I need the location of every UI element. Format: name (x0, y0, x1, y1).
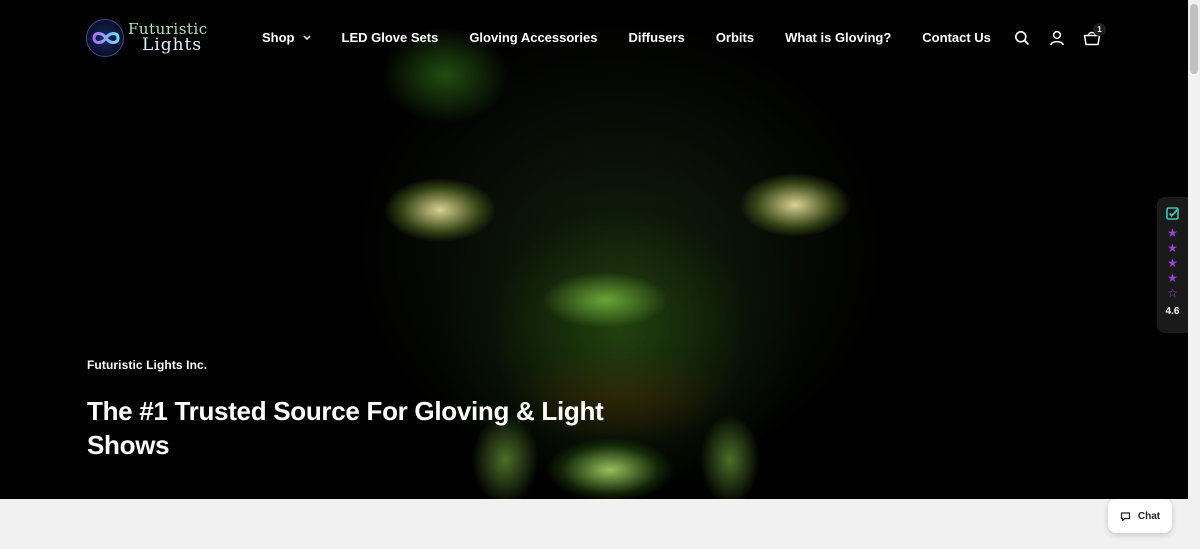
search-icon[interactable] (1012, 28, 1032, 48)
logo-wordmark-bottom: Lights (142, 35, 203, 55)
account-icon[interactable] (1047, 28, 1067, 48)
chevron-down-icon (302, 32, 311, 42)
infinity-logo-icon (86, 19, 124, 57)
star-outline-icon: ☆ (1167, 286, 1178, 300)
hero-eyebrow: Futuristic Lights Inc. (87, 358, 208, 372)
review-rating-value: 4.6 (1165, 306, 1180, 317)
cart-icon[interactable]: 1 (1082, 23, 1106, 48)
chat-button[interactable]: Chat (1108, 499, 1172, 533)
star-filled-icon: ★ (1167, 226, 1178, 240)
hero-headline: The #1 Trusted Source For Gloving & Ligh… (87, 396, 604, 460)
nav-item-what-is-gloving[interactable]: What is Gloving? (785, 30, 891, 45)
main-navigation: Shop LED Glove Sets Gloving Accessories … (262, 30, 991, 45)
content-section-start (0, 499, 1188, 549)
page-scrollbar[interactable] (1188, 0, 1200, 549)
nav-item-orbits[interactable]: Orbits (716, 30, 754, 45)
nav-item-label: Shop (262, 30, 295, 45)
scrollbar-thumb[interactable] (1190, 4, 1198, 74)
star-filled-icon: ★ (1167, 256, 1178, 270)
nav-item-led-glove-sets[interactable]: LED Glove Sets (342, 30, 439, 45)
star-filled-icon: ★ (1167, 271, 1178, 285)
nav-item-shop[interactable]: Shop (262, 30, 311, 45)
chat-bubble-icon (1120, 511, 1130, 521)
star-filled-icon: ★ (1167, 241, 1178, 255)
header-actions: 1 (1012, 23, 1106, 48)
nav-item-contact-us[interactable]: Contact Us (922, 30, 991, 45)
nav-item-diffusers[interactable]: Diffusers (628, 30, 684, 45)
verified-check-icon (1166, 207, 1179, 220)
brand-logo[interactable]: Futuristic Lights (86, 19, 208, 57)
cart-count-badge: 1 (1093, 23, 1106, 36)
chat-button-label: Chat (1137, 510, 1161, 522)
hero-content: Futuristic Lights Inc. The #1 Trusted So… (87, 358, 607, 462)
site-header: Futuristic Lights Shop LED Glove Sets Gl… (0, 0, 1188, 78)
reviews-widget-tab[interactable]: ★ ★ ★ ★ ☆ 4.6 (1157, 197, 1188, 333)
nav-item-gloving-accessories[interactable]: Gloving Accessories (469, 30, 597, 45)
